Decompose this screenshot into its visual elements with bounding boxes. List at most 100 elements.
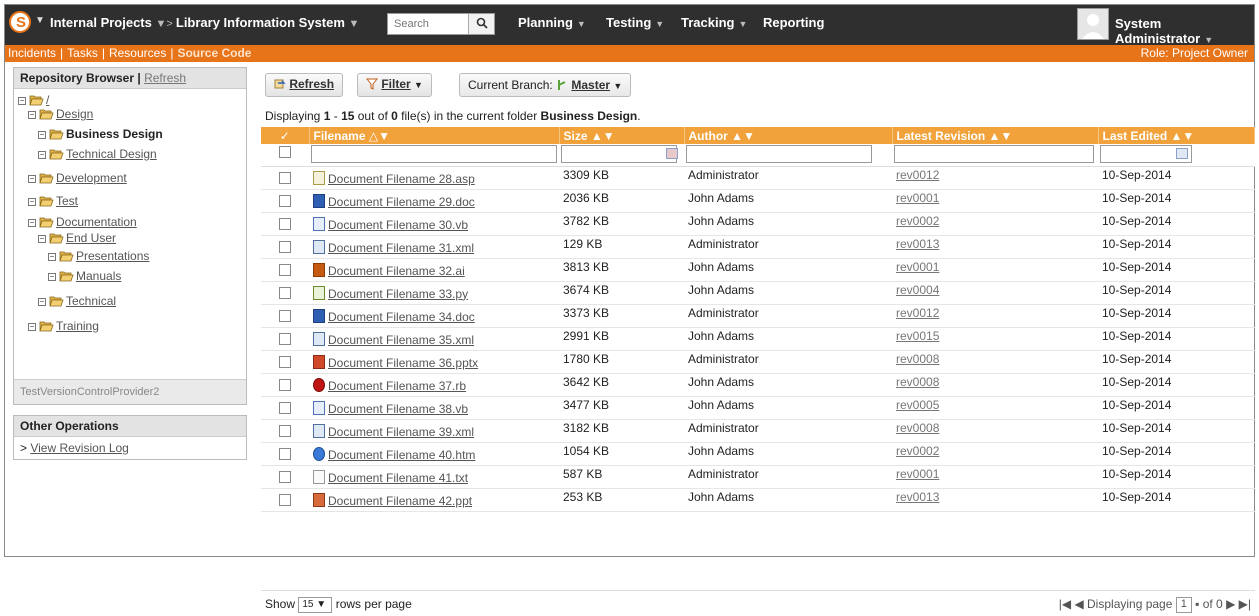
row-checkbox[interactable] xyxy=(279,424,291,437)
table-row[interactable]: Document Filename 28.asp 3309 KB Administr… xyxy=(261,166,1255,190)
tree-node[interactable]: − Business Design xyxy=(38,127,163,141)
size-header[interactable]: Size ▲▼ xyxy=(559,127,685,144)
tree-node-label[interactable]: Technical xyxy=(66,294,116,308)
collapse-icon[interactable]: − xyxy=(48,272,56,281)
subnav-source-code[interactable]: Source Code xyxy=(177,46,251,60)
select-all-header[interactable]: ✓ xyxy=(261,127,310,144)
collapse-icon[interactable]: − xyxy=(28,322,36,331)
tree-node[interactable]: − Documentation xyxy=(28,215,137,229)
row-checkbox[interactable] xyxy=(279,470,291,483)
collapse-icon[interactable]: − xyxy=(48,252,56,261)
table-row[interactable]: Document Filename 29.doc 2036 KB John Adam… xyxy=(261,189,1255,213)
refresh-button[interactable]: Refresh xyxy=(265,73,344,97)
subnav-tasks[interactable]: Tasks xyxy=(67,46,98,60)
revision-link[interactable]: rev0012 xyxy=(896,306,939,320)
row-checkbox[interactable] xyxy=(279,263,291,276)
revision-filter-input[interactable] xyxy=(894,145,1094,163)
revision-link[interactable]: rev0013 xyxy=(896,490,939,504)
file-link[interactable]: Document Filename 41.txt xyxy=(313,469,468,485)
refresh-link[interactable]: Refresh xyxy=(144,71,186,85)
file-link[interactable]: Document Filename 35.xml xyxy=(313,331,474,347)
file-link[interactable]: Document Filename 30.vb xyxy=(313,216,468,232)
row-checkbox[interactable] xyxy=(279,332,291,345)
tree-node[interactable]: − Training xyxy=(28,319,99,333)
collapse-icon[interactable]: − xyxy=(28,197,36,206)
tree-node[interactable]: − End User xyxy=(38,231,116,245)
row-checkbox[interactable] xyxy=(279,378,291,391)
edited-header[interactable]: Last Edited ▲▼ xyxy=(1098,127,1255,144)
subnav-resources[interactable]: Resources xyxy=(109,46,166,60)
project-name[interactable]: Internal Projects xyxy=(50,15,152,30)
file-link[interactable]: Document Filename 37.rb xyxy=(313,377,466,393)
tree-node[interactable]: − Design xyxy=(28,107,93,121)
branch-selector[interactable]: Current Branch: Master ▼ xyxy=(459,73,632,97)
file-link[interactable]: Document Filename 38.vb xyxy=(313,400,468,416)
search-input[interactable] xyxy=(390,16,466,32)
filename-filter-input[interactable] xyxy=(311,145,557,163)
file-link[interactable]: Document Filename 40.htm xyxy=(313,446,475,462)
file-link[interactable]: Document Filename 32.ai xyxy=(313,262,465,278)
tree-node[interactable]: − Development xyxy=(28,171,127,185)
collapse-icon[interactable]: − xyxy=(28,218,36,227)
revision-link[interactable]: rev0015 xyxy=(896,329,939,343)
revision-link[interactable]: rev0008 xyxy=(896,421,939,435)
page-number-input[interactable]: 1 xyxy=(1175,597,1192,613)
collapse-icon[interactable]: − xyxy=(38,297,46,306)
revision-link[interactable]: rev0002 xyxy=(896,444,939,458)
row-checkbox[interactable] xyxy=(279,240,291,253)
tree-node-label[interactable]: Technical Design xyxy=(66,147,157,161)
row-checkbox[interactable] xyxy=(279,217,291,230)
table-row[interactable]: Document Filename 35.xml 2991 KB John Adam… xyxy=(261,327,1255,351)
tree-node-label[interactable]: Development xyxy=(56,171,127,185)
table-row[interactable]: Document Filename 40.htm 1054 KB John Adam… xyxy=(261,442,1255,466)
table-row[interactable]: Document Filename 30.vb 3782 KB John Adams… xyxy=(261,212,1255,236)
table-row[interactable]: Document Filename 38.vb 3477 KB John Adams… xyxy=(261,396,1255,420)
revision-link[interactable]: rev0008 xyxy=(896,352,939,366)
tree-node[interactable]: − Test xyxy=(28,194,78,208)
revision-link[interactable]: rev0002 xyxy=(896,214,939,228)
tree-node-label[interactable]: End User xyxy=(66,231,116,245)
user-menu[interactable]: System Administrator ▼ xyxy=(1115,16,1254,46)
tree-node-label[interactable]: Manuals xyxy=(76,269,121,283)
table-row[interactable]: Document Filename 34.doc 3373 KB Administr… xyxy=(261,304,1255,328)
view-revision-log-link[interactable]: View Revision Log xyxy=(30,441,129,455)
file-link[interactable]: Document Filename 28.asp xyxy=(313,170,475,186)
product-dropdown-icon[interactable]: ▼ xyxy=(349,18,360,30)
go-page-icon[interactable]: ▪ xyxy=(1195,597,1199,611)
project-breadcrumb[interactable]: Internal Projects ▼> Library Information… xyxy=(50,15,359,30)
size-filter-input[interactable] xyxy=(561,145,677,163)
author-filter-input[interactable] xyxy=(686,145,872,163)
first-page-icon[interactable]: |◀ xyxy=(1059,597,1071,611)
last-page-icon[interactable]: ▶| xyxy=(1239,597,1251,611)
table-row[interactable]: Document Filename 32.ai 3813 KB John Adams… xyxy=(261,258,1255,282)
table-row[interactable]: Document Filename 33.py 3674 KB John Adams… xyxy=(261,281,1255,305)
row-checkbox[interactable] xyxy=(279,194,291,207)
revision-link[interactable]: rev0005 xyxy=(896,398,939,412)
row-checkbox[interactable] xyxy=(279,447,291,460)
table-row[interactable]: Document Filename 39.xml 3182 KB Administr… xyxy=(261,419,1255,443)
revision-link[interactable]: rev0004 xyxy=(896,283,939,297)
tree-node-label[interactable]: Test xyxy=(56,194,78,208)
app-logo-icon[interactable]: S xyxy=(9,11,31,33)
row-checkbox[interactable] xyxy=(279,171,291,184)
tree-node-label[interactable]: / xyxy=(46,93,49,107)
logo-dropdown-icon[interactable]: ▼ xyxy=(35,15,45,26)
collapse-icon[interactable]: − xyxy=(38,130,46,139)
tree-node-label[interactable]: Business Design xyxy=(66,127,163,141)
subnav-incidents[interactable]: Incidents xyxy=(8,46,56,60)
revision-link[interactable]: rev0001 xyxy=(896,191,939,205)
file-link[interactable]: Document Filename 42.ppt xyxy=(313,492,472,508)
file-link[interactable]: Document Filename 33.py xyxy=(313,285,468,301)
user-avatar[interactable] xyxy=(1077,8,1109,40)
select-all-checkbox[interactable] xyxy=(279,146,291,158)
file-link[interactable]: Document Filename 34.doc xyxy=(313,308,475,324)
table-row[interactable]: Document Filename 31.xml 129 KB Administra… xyxy=(261,235,1255,259)
tree-node-label[interactable]: Presentations xyxy=(76,249,149,263)
tree-node-label[interactable]: Documentation xyxy=(56,215,137,229)
revision-link[interactable]: rev0012 xyxy=(896,168,939,182)
revision-link[interactable]: rev0008 xyxy=(896,375,939,389)
tree-node[interactable]: − Technical xyxy=(38,294,116,308)
row-checkbox[interactable] xyxy=(279,309,291,322)
nav-testing[interactable]: Testing ▼ xyxy=(606,15,664,30)
revision-link[interactable]: rev0001 xyxy=(896,467,939,481)
